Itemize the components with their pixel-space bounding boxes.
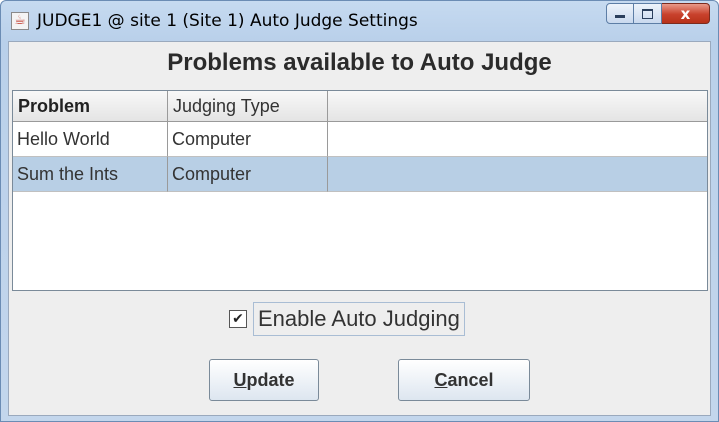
problems-table[interactable]: Problem Judging Type Hello World Compute… <box>12 90 708 291</box>
page-title: Problems available to Auto Judge <box>167 49 552 76</box>
cancel-mnemonic: C <box>434 369 448 390</box>
cell-extra <box>328 157 707 192</box>
column-header-empty[interactable] <box>328 91 707 121</box>
cell-problem: Hello World <box>13 122 168 157</box>
minimize-button[interactable] <box>606 3 634 24</box>
update-mnemonic: U <box>233 369 247 390</box>
cancel-button[interactable]: Cancel <box>398 359 530 401</box>
cancel-label-rest: ancel <box>447 369 494 390</box>
cell-extra <box>328 122 707 157</box>
auto-judge-settings-window: ☕ JUDGE1 @ site 1 (Site 1) Auto Judge Se… <box>0 0 719 422</box>
column-header-problem[interactable]: Problem <box>13 91 168 121</box>
title-bar[interactable]: ☕ JUDGE1 @ site 1 (Site 1) Auto Judge Se… <box>1 1 718 41</box>
table-row[interactable]: Sum the Ints Computer <box>13 157 707 192</box>
column-header-judging-type[interactable]: Judging Type <box>168 91 328 121</box>
dialog-content: Problems available to Auto Judge Problem… <box>8 41 711 416</box>
minimize-icon <box>615 15 625 18</box>
window-controls: x <box>606 3 710 25</box>
maximize-icon <box>642 8 653 19</box>
table-header: Problem Judging Type <box>13 91 707 122</box>
cell-judging-type: Computer <box>168 157 328 192</box>
maximize-button[interactable] <box>634 3 662 24</box>
cell-problem: Sum the Ints <box>13 157 168 192</box>
table-row[interactable]: Hello World Computer <box>13 122 707 157</box>
close-icon: x <box>680 4 691 23</box>
cell-judging-type: Computer <box>168 122 328 157</box>
enable-auto-judging-label[interactable]: Enable Auto Judging <box>253 302 465 336</box>
enable-auto-judging-checkbox[interactable]: ✔ <box>229 310 247 328</box>
java-app-icon[interactable]: ☕ <box>11 12 29 30</box>
close-button[interactable]: x <box>662 3 710 24</box>
update-label-rest: pdate <box>246 369 295 390</box>
enable-auto-judging-option[interactable]: ✔ Enable Auto Judging <box>229 300 465 338</box>
window-title: JUDGE1 @ site 1 (Site 1) Auto Judge Sett… <box>37 11 418 31</box>
update-button[interactable]: Update <box>209 359 319 401</box>
